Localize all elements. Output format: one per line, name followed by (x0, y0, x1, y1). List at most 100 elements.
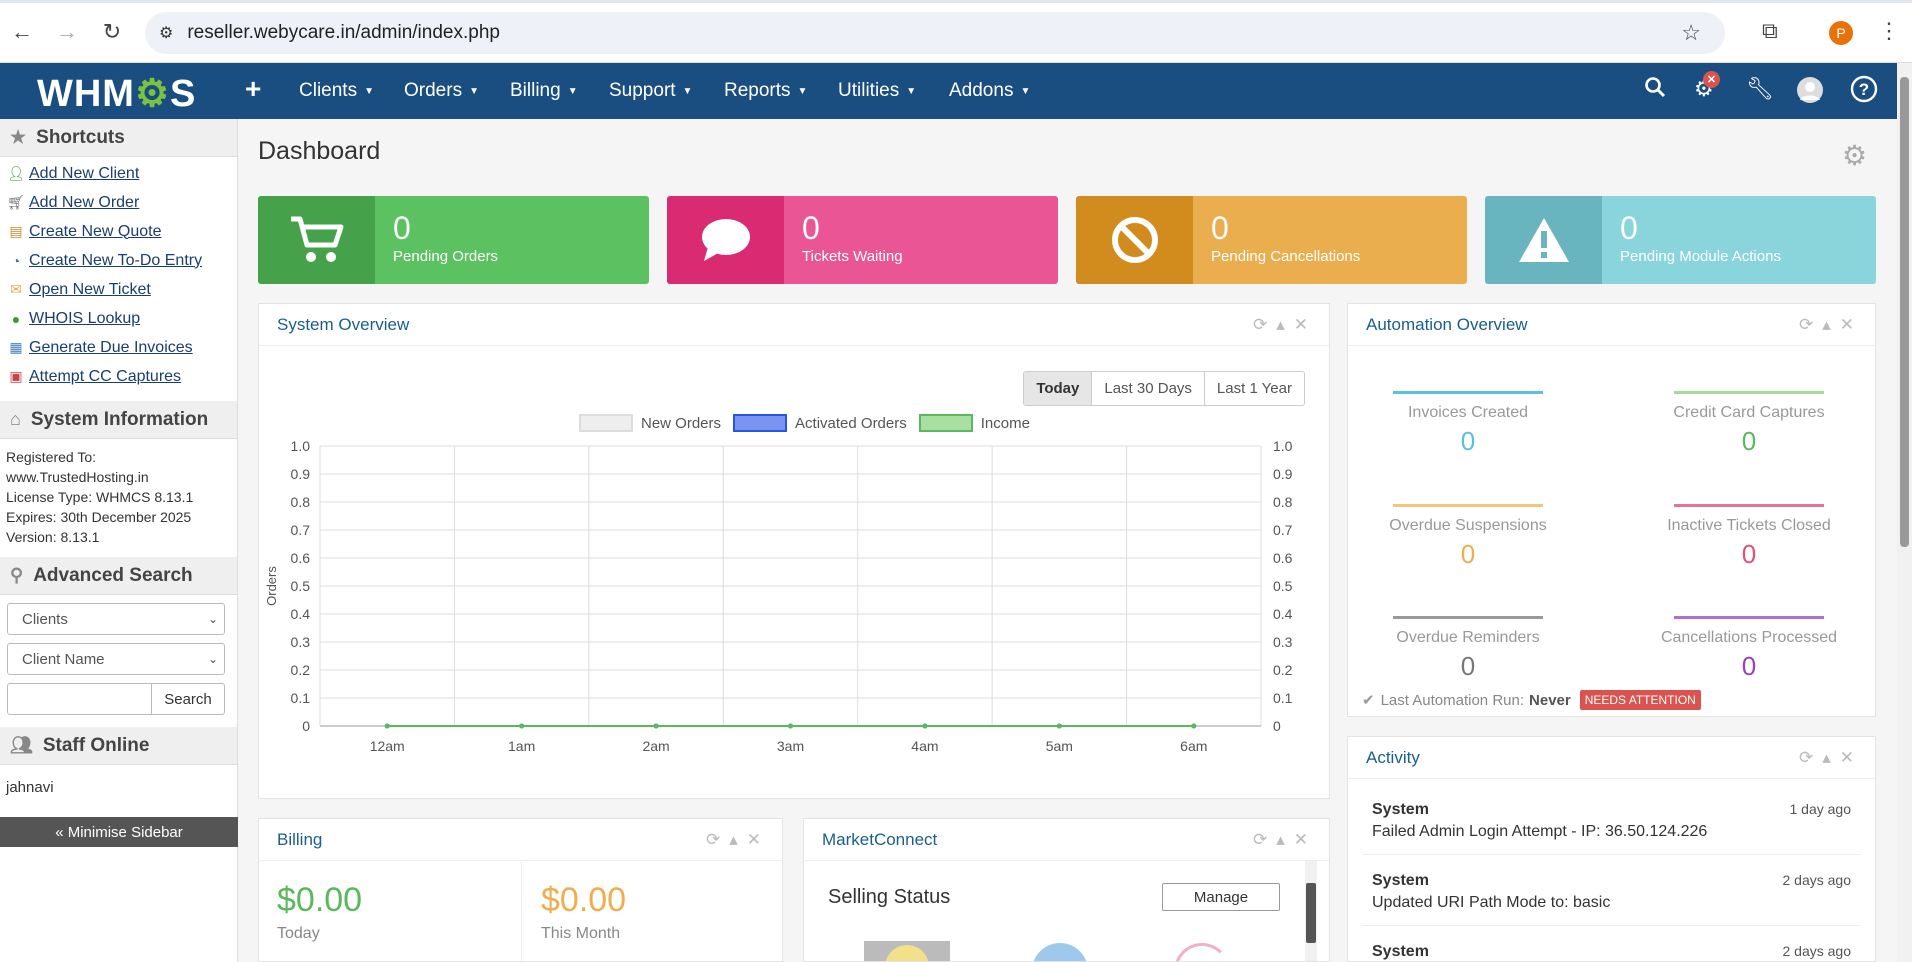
shortcut-attempt-cc-captures[interactable]: ▣ Attempt CC Captures (0, 362, 237, 391)
tab-today[interactable]: Today (1024, 372, 1092, 405)
tab-last-30-days[interactable]: Last 30 Days (1091, 372, 1204, 405)
stat-pending-cancellations[interactable]: 0 Pending Cancellations (1076, 196, 1467, 284)
ao-bar (1674, 391, 1824, 394)
y-tick-label: 0.4 (291, 606, 311, 622)
shortcut-open-new-ticket[interactable]: ✉ Open New Ticket (0, 275, 237, 304)
browser-menu-icon[interactable]: ⋮ (1878, 18, 1900, 44)
stat-tickets-waiting[interactable]: 0 Tickets Waiting (667, 196, 1058, 284)
panel-title: Activity (1366, 747, 1420, 767)
binoculars-icon: ⚲ (10, 565, 24, 585)
search-field-select[interactable]: Client Name ⌄ (7, 643, 225, 675)
shortcut-add-new-order[interactable]: 🛒︎ Add New Order (0, 188, 237, 217)
panel-header: Activity ⟳▴✕ (1348, 737, 1875, 779)
ao-value: 0 (1741, 651, 1757, 681)
stat-value: 0 (393, 210, 411, 246)
tab-last-1-year[interactable]: Last 1 Year (1203, 372, 1304, 405)
help-icon[interactable]: ? (1850, 75, 1878, 109)
panel-controls[interactable]: ⟳▴✕ (1253, 830, 1317, 850)
scrollbar[interactable] (1305, 861, 1317, 961)
divider (1362, 854, 1861, 855)
forward-icon[interactable]: → (51, 16, 83, 48)
data-point (788, 723, 793, 729)
page-scrollbar[interactable] (1897, 63, 1912, 962)
ao-credit-card-captures: Credit Card Captures 0 (1649, 391, 1849, 457)
stat-value: 0 (802, 210, 820, 246)
panel-controls[interactable]: ⟳▴✕ (706, 830, 770, 850)
search-row: Search (7, 683, 237, 715)
shortcut-link[interactable]: Create New Quote (29, 223, 162, 241)
menu-reports[interactable]: Reports ▼ (724, 80, 807, 102)
search-type-select[interactable]: Clients ⌄ (7, 603, 225, 635)
menu-support[interactable]: Support ▼ (609, 80, 692, 102)
staff-online-header: 👥︎ Staff Online (0, 727, 237, 765)
menu-billing[interactable]: Billing ▼ (510, 80, 578, 102)
shortcut-whois-lookup[interactable]: ● WHOIS Lookup (0, 304, 237, 333)
menu-clients[interactable]: Clients ▼ (299, 80, 374, 102)
legend-swatch-income (918, 414, 973, 432)
y-tick-label: 0.6 (291, 550, 311, 566)
wrench-icon[interactable]: 🔧︎ (1746, 76, 1774, 102)
main-content: Dashboard ⚙ 0 Pending Orders 0 Tickets Wai… (238, 119, 1897, 962)
shortcut-create-todo[interactable]: ◔ Create New To-Do Entry (0, 246, 237, 275)
profile-avatar[interactable]: P (1829, 21, 1853, 45)
activity-item: System 2 days ago Updated URI Path Mode to… (1372, 872, 1851, 912)
data-point (922, 723, 928, 729)
bookmark-star-icon[interactable]: ☆ (1681, 20, 1701, 46)
user-avatar-icon[interactable] (1796, 76, 1824, 110)
shortcut-link[interactable]: Add New Order (29, 194, 139, 212)
panel-header: Automation Overview ⟳▴✕ (1348, 304, 1875, 346)
shortcut-create-new-quote[interactable]: ▤ Create New Quote (0, 217, 237, 246)
shortcut-link[interactable]: Add New Client (29, 165, 139, 183)
stat-pending-orders[interactable]: 0 Pending Orders (258, 196, 649, 284)
product-icon (1032, 943, 1088, 961)
menu-orders[interactable]: Orders ▼ (404, 80, 479, 102)
select-value: Client Name (22, 650, 105, 668)
search-input[interactable] (7, 683, 152, 715)
panel-controls[interactable]: ⟳▴✕ (1799, 748, 1863, 768)
address-bar[interactable]: ⚙ reseller.webycare.in/admin/index.php ☆ (145, 12, 1725, 54)
shortcut-add-new-client[interactable]: 👤︎ Add New Client (0, 159, 237, 188)
shortcut-link[interactable]: Generate Due Invoices (29, 339, 193, 357)
panel-controls[interactable]: ⟳▴✕ (1799, 315, 1863, 335)
shortcut-link[interactable]: Attempt CC Captures (29, 368, 181, 386)
menu-utilities[interactable]: Utilities ▼ (838, 80, 916, 102)
comment-icon (667, 196, 784, 284)
panel-title: Billing (277, 829, 323, 849)
billing-month-amount: $0.00 (541, 881, 627, 919)
select-value: Clients (22, 610, 68, 628)
shortcut-link[interactable]: WHOIS Lookup (29, 310, 140, 328)
stat-label: Pending Orders (393, 248, 499, 265)
back-icon[interactable]: ← (6, 16, 38, 48)
caret-down-icon: ▼ (364, 85, 374, 97)
ao-value: 0 (1741, 539, 1757, 569)
shortcut-generate-due-invoices[interactable]: ▦ Generate Due Invoices (0, 333, 237, 362)
shortcut-link[interactable]: Open New Ticket (29, 281, 151, 299)
y2-tick-label: 0.6 (1273, 550, 1293, 566)
reload-icon[interactable]: ↻ (96, 16, 128, 48)
quick-add-plus-icon[interactable]: + (245, 73, 261, 105)
site-info-icon[interactable]: ⚙ (159, 23, 173, 43)
y-tick-label: 0 (302, 718, 310, 734)
shortcut-link[interactable]: Create New To-Do Entry (29, 252, 202, 270)
url-text[interactable]: reseller.webycare.in/admin/index.php (187, 22, 500, 44)
menu-addons[interactable]: Addons ▼ (949, 80, 1030, 102)
whmcs-logo[interactable]: WHM⚙S (37, 71, 196, 116)
caret-down-icon: ▼ (567, 85, 578, 97)
expires: Expires: 30th December 2025 (6, 509, 192, 525)
search-icon[interactable] (1644, 76, 1666, 104)
search-button[interactable]: Search (152, 683, 225, 715)
scrollbar-thumb[interactable] (1306, 883, 1316, 943)
page-scrollbar-thumb[interactable] (1900, 77, 1909, 547)
stat-pending-module-actions[interactable]: 0 Pending Module Actions (1485, 196, 1876, 284)
x-tick-label: 3am (777, 738, 804, 754)
ao-label: Cancellations Processed (1660, 629, 1838, 646)
stat-value: 0 (1620, 210, 1638, 246)
extensions-icon[interactable]: ⧉ (1762, 18, 1778, 44)
billing-month-label: This Month (541, 925, 621, 942)
panel-controls[interactable]: ⟳▴✕ (1253, 315, 1317, 335)
dashboard-settings-gear-icon[interactable]: ⚙ (1842, 139, 1867, 172)
minimise-sidebar-button[interactable]: « Minimise Sidebar (0, 817, 238, 847)
y2-tick-label: 0 (1273, 718, 1281, 734)
manage-button[interactable]: Manage (1162, 883, 1280, 911)
activity-item: System 1 day ago Failed Admin Login Attemp… (1372, 801, 1851, 841)
